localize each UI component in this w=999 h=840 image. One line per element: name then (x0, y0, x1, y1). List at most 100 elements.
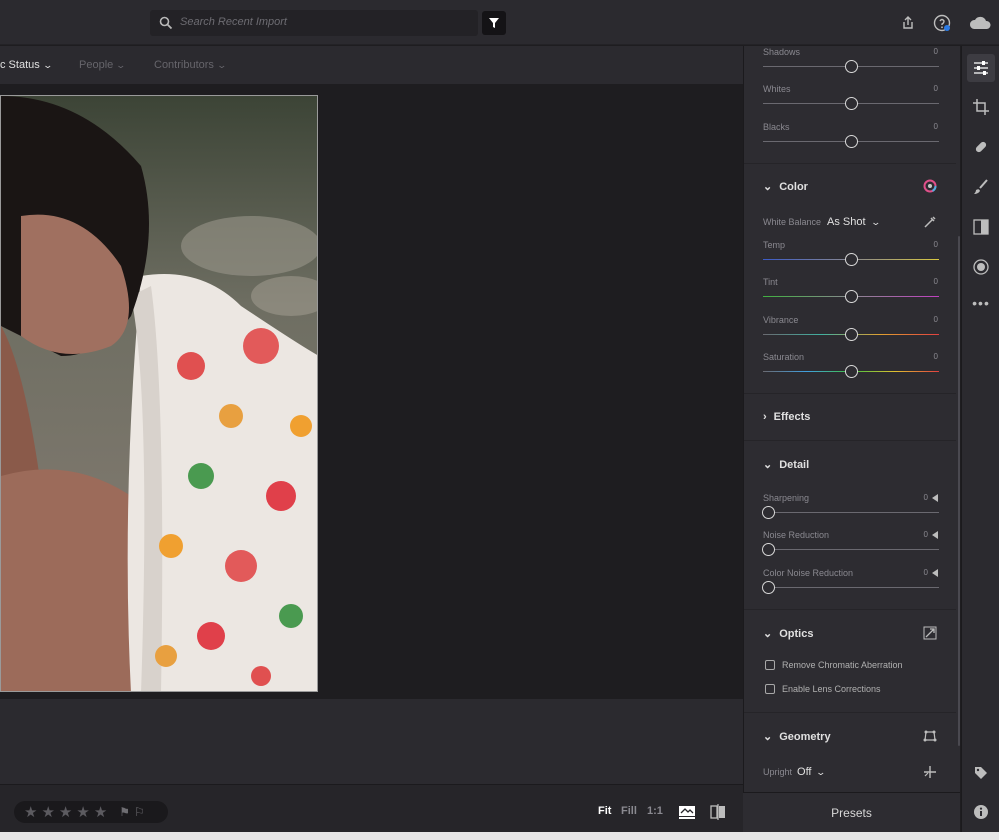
detail-section-header[interactable]: ⌄ Detail (763, 458, 809, 472)
upright-label: Upright (763, 767, 793, 777)
temp-value[interactable]: 0 (934, 240, 938, 249)
one-to-one-button[interactable]: 1:1 (647, 805, 663, 817)
fill-button[interactable]: Fill (621, 805, 637, 817)
linear-gradient-tool[interactable] (967, 213, 995, 241)
share-icon[interactable] (898, 13, 918, 33)
info-icon (974, 805, 988, 819)
white-balance-row: White Balance As Shot ⌄ (763, 216, 881, 228)
radial-gradient-tool[interactable] (967, 253, 995, 281)
flag-pick-icon[interactable]: ⚑ (119, 805, 130, 819)
contributors-filter[interactable]: Contributors ⌄ (154, 59, 227, 71)
chevron-down-icon: ⌄ (763, 628, 773, 640)
enable-lens-corrections-label: Enable Lens Corrections (782, 684, 881, 694)
eyedropper-icon[interactable] (922, 214, 938, 230)
tag-icon (975, 767, 987, 779)
presets-button[interactable]: Presets (743, 792, 960, 832)
info-tool[interactable] (967, 798, 995, 826)
mask-toggle-icon[interactable] (932, 494, 938, 502)
color-noise-track[interactable] (763, 587, 939, 588)
divider (744, 712, 956, 713)
more-tools[interactable]: ••• (967, 289, 995, 317)
guided-upright-icon[interactable] (923, 729, 937, 743)
mask-toggle-icon[interactable] (932, 531, 938, 539)
brush-tool[interactable] (967, 173, 995, 201)
white-balance-label: White Balance (763, 217, 822, 227)
chevron-down-icon: ⌄ (763, 731, 773, 743)
linear-gradient-icon (973, 219, 989, 235)
fit-button[interactable]: Fit (598, 805, 611, 817)
split-view-icon[interactable] (708, 803, 728, 821)
noise-reduction-track[interactable] (763, 549, 939, 550)
app-window: Search Recent Import c Status ⌄ People ⌄ C… (0, 0, 999, 840)
whites-value[interactable]: 0 (934, 84, 938, 93)
status-filter[interactable]: c Status ⌄ (0, 59, 53, 71)
whites-slider-knob[interactable] (845, 97, 858, 110)
cloud-icon[interactable] (968, 13, 992, 33)
search-input[interactable]: Search Recent Import (150, 10, 478, 36)
compare-icon[interactable] (677, 804, 697, 820)
upright-select[interactable]: Off (797, 766, 811, 778)
remove-chromatic-aberration-checkbox[interactable] (765, 660, 775, 670)
photo-preview[interactable] (0, 95, 318, 692)
sharpening-track[interactable] (763, 512, 939, 513)
divider (744, 163, 956, 164)
shadows-slider-knob[interactable] (845, 60, 858, 73)
mask-toggle-icon[interactable] (932, 569, 938, 577)
help-icon[interactable] (932, 13, 952, 33)
effects-section-header[interactable]: › Effects (763, 411, 810, 423)
sharpening-slider-knob[interactable] (762, 506, 775, 519)
saturation-value[interactable]: 0 (934, 352, 938, 361)
white-balance-select[interactable]: As Shot (827, 216, 866, 228)
color-noise-slider-knob[interactable] (762, 581, 775, 594)
vibrance-value[interactable]: 0 (934, 315, 938, 324)
blacks-value[interactable]: 0 (934, 122, 938, 131)
healing-tool[interactable] (967, 133, 995, 161)
flag-reject-icon[interactable]: ⚐ (134, 805, 145, 819)
divider (744, 393, 956, 394)
chevron-down-icon: ⌄ (763, 459, 773, 471)
crop-icon (973, 99, 989, 115)
star-icon[interactable]: ★ (24, 803, 37, 821)
noise-reduction-value[interactable]: 0 (924, 530, 928, 539)
star-icon[interactable]: ★ (59, 803, 72, 821)
filter-icon (489, 18, 499, 28)
lens-profile-icon[interactable] (923, 626, 937, 640)
blacks-slider-knob[interactable] (845, 135, 858, 148)
temp-slider-knob[interactable] (845, 253, 858, 266)
shadows-value[interactable]: 0 (934, 47, 938, 56)
divider (744, 440, 956, 441)
vibrance-slider-knob[interactable] (845, 328, 858, 341)
enable-lens-corrections-checkbox[interactable] (765, 684, 775, 694)
photo-image (1, 96, 317, 691)
saturation-slider-knob[interactable] (845, 365, 858, 378)
rating-stars[interactable]: ★ ★ ★ ★ ★ ⚑ ⚐ (14, 801, 168, 823)
color-mixer-icon[interactable] (923, 179, 937, 193)
crop-tool[interactable] (967, 93, 995, 121)
bandage-icon (975, 141, 987, 153)
keywords-tool[interactable] (967, 759, 995, 787)
panel-scrollbar[interactable] (958, 236, 960, 746)
chevron-down-icon: ⌄ (870, 216, 881, 227)
edit-tool[interactable] (967, 54, 995, 82)
optics-title: Optics (779, 627, 814, 640)
search-icon (159, 16, 173, 30)
color-noise-label: Color Noise Reduction (763, 568, 854, 578)
color-noise-value[interactable]: 0 (924, 568, 928, 577)
top-bar: Search Recent Import (0, 0, 999, 45)
star-icon[interactable]: ★ (94, 803, 107, 821)
noise-reduction-label: Noise Reduction (763, 530, 830, 540)
upright-row: Upright Off ⌄ (763, 766, 826, 778)
geometry-section-header[interactable]: ⌄ Geometry (763, 730, 831, 744)
star-icon[interactable]: ★ (76, 803, 89, 821)
tint-slider-knob[interactable] (845, 290, 858, 303)
star-icon[interactable]: ★ (41, 803, 54, 821)
people-filter[interactable]: People ⌄ (79, 59, 126, 71)
guided-crosshair-icon[interactable] (922, 764, 938, 780)
edit-panel: Shadows 0 Whites 0 Blacks 0 ⌄ Color White… (743, 46, 960, 792)
sharpening-value[interactable]: 0 (924, 493, 928, 502)
color-section-header[interactable]: ⌄ Color (763, 180, 808, 194)
optics-section-header[interactable]: ⌄ Optics (763, 627, 814, 641)
filter-button[interactable] (482, 11, 506, 35)
noise-reduction-slider-knob[interactable] (762, 543, 775, 556)
tint-value[interactable]: 0 (934, 277, 938, 286)
